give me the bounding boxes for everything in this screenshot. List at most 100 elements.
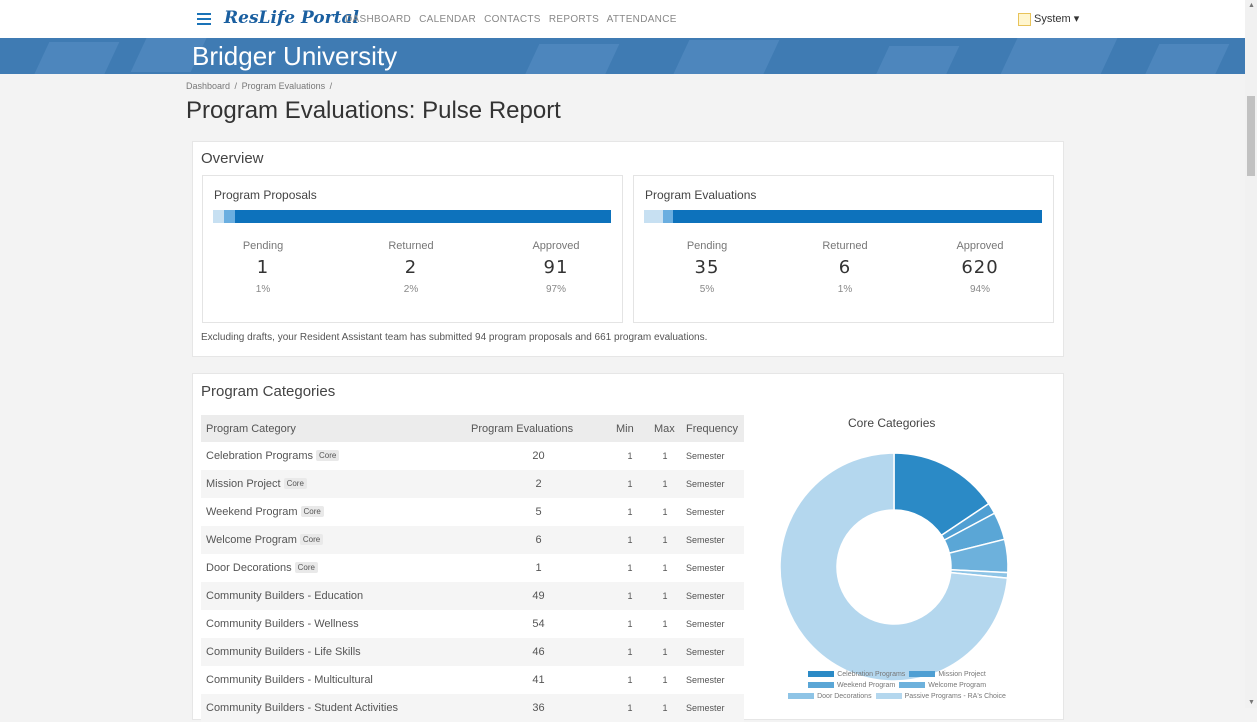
frequency-value: Semester: [686, 451, 725, 461]
max-value: 1: [649, 638, 681, 666]
stat-percent: 97%: [545, 284, 566, 295]
stat-value: 620: [961, 257, 999, 278]
evaluations-count: 2: [466, 470, 611, 498]
proposals-approved-stat: Approved 91 97%: [496, 240, 616, 295]
core-badge: Core: [294, 562, 318, 573]
proposals-returned-stat: Returned 2 2%: [351, 240, 471, 295]
col-min[interactable]: Min: [611, 415, 649, 442]
breadcrumb-separator: /: [329, 81, 333, 91]
stat-value: 35: [694, 257, 720, 278]
table-row: Community Builders - Education 49 1 1 Semest…: [201, 582, 744, 610]
user-menu[interactable]: System ▾: [1018, 12, 1079, 26]
nav-dashboard[interactable]: DASHBOARD: [345, 14, 411, 25]
donut-legend: Celebration Programs Mission Project Weeke…: [772, 669, 1022, 702]
menu-icon[interactable]: [197, 13, 211, 25]
evaluations-approved-stat: Approved 620 94%: [920, 240, 1040, 295]
frequency-value: Semester: [681, 470, 744, 498]
breadcrumb-separator: /: [234, 81, 238, 91]
legend-swatch: [899, 682, 926, 689]
category-name-cell: Community Builders - Education: [201, 582, 466, 610]
legend-item[interactable]: Passive Programs - RA's Choice: [875, 691, 1006, 702]
max-value: 1: [649, 694, 681, 722]
scroll-down-icon[interactable]: ▼: [1248, 699, 1255, 706]
min-value: 1: [627, 507, 633, 517]
max-value: 1: [649, 582, 681, 610]
stat-percent: 2%: [403, 284, 419, 295]
min-value: 1: [611, 526, 649, 554]
evaluations-pending-stat: Pending 35 5%: [647, 240, 767, 295]
category-name: Welcome Program: [206, 534, 297, 546]
legend-item[interactable]: Welcome Program: [899, 680, 986, 691]
nav-contacts[interactable]: CONTACTS: [484, 14, 541, 25]
evaluations-count: 5: [535, 506, 542, 518]
stat-label: Pending: [242, 240, 284, 252]
user-avatar-icon: [1018, 12, 1031, 26]
category-name-cell: Celebration Programs Core: [201, 442, 466, 470]
min-value: 1: [611, 638, 649, 666]
stat-value: 6: [838, 257, 852, 278]
min-value: 1: [611, 582, 649, 610]
legend-item[interactable]: Weekend Program: [807, 680, 895, 691]
legend-label: Celebration Programs: [837, 671, 906, 678]
table-row: Celebration Programs Core 20 1 1 Semester: [201, 442, 744, 470]
program-evaluations-card: Program Evaluations Pending 35 5% Return…: [633, 175, 1054, 323]
proposals-bar-returned: [224, 210, 235, 223]
breadcrumb-program-evaluations[interactable]: Program Evaluations: [242, 81, 326, 91]
proposals-title: Program Proposals: [214, 188, 317, 202]
legend-item[interactable]: Mission Project: [909, 669, 986, 680]
col-max[interactable]: Max: [649, 415, 681, 442]
vertical-scrollbar[interactable]: ▲ ▼: [1245, 0, 1257, 708]
nav-calendar[interactable]: CALENDAR: [419, 14, 476, 25]
table-row: Welcome Program Core 6 1 1 Semester: [201, 526, 744, 554]
proposals-bar-pending: [213, 210, 224, 223]
min-value: 1: [627, 675, 633, 685]
breadcrumb-dashboard[interactable]: Dashboard: [186, 81, 230, 91]
col-program-category[interactable]: Program Category: [201, 415, 466, 442]
table-row: Door Decorations Core 1 1 1 Semester: [201, 554, 744, 582]
scroll-up-icon[interactable]: ▲: [1248, 2, 1255, 9]
app-logo[interactable]: ResLife Portal: [224, 8, 359, 28]
stat-label: Pending: [686, 240, 728, 252]
evaluations-count: 41: [532, 674, 545, 686]
evaluations-bar-pending: [644, 210, 663, 223]
legend-item[interactable]: Celebration Programs: [808, 669, 905, 680]
nav-reports[interactable]: REPORTS: [549, 14, 599, 25]
stat-label: Approved: [532, 240, 580, 252]
stat-percent: 94%: [969, 284, 990, 295]
evaluations-returned-stat: Returned 6 1%: [785, 240, 905, 295]
overview-summary: Excluding drafts, your Resident Assistan…: [201, 332, 708, 343]
overview-title: Overview: [201, 150, 264, 167]
table-header-row: Program Category Program Evaluations Min…: [201, 415, 744, 442]
table-row: Community Builders - Student Activities 3…: [201, 694, 744, 722]
categories-title: Program Categories: [201, 383, 336, 400]
category-name-cell: Community Builders - Student Activities: [201, 694, 466, 722]
donut-chart-title: Core Categories: [848, 416, 936, 430]
scroll-thumb[interactable]: [1247, 96, 1255, 176]
evaluations-count: 20: [532, 450, 545, 462]
max-value: 1: [662, 619, 668, 629]
evaluations-count: 49: [466, 582, 611, 610]
category-name: Door Decorations: [206, 562, 292, 574]
max-value: 1: [662, 451, 668, 461]
legend-label: Passive Programs - RA's Choice: [904, 693, 1006, 700]
stat-label: Returned: [388, 240, 434, 252]
university-banner: Bridger University: [0, 38, 1245, 74]
col-frequency[interactable]: Frequency: [681, 415, 744, 442]
col-program-evaluations[interactable]: Program Evaluations: [466, 415, 611, 442]
proposals-pending-stat: Pending 1 1%: [203, 240, 323, 295]
core-badge: Core: [299, 534, 324, 545]
category-name-cell: Door Decorations Core: [201, 554, 466, 582]
min-value: 1: [627, 451, 633, 461]
stat-value: 1: [256, 257, 270, 278]
stat-label: Returned: [822, 240, 868, 252]
nav-attendance[interactable]: ATTENDANCE: [607, 14, 677, 25]
evaluations-count: 54: [532, 618, 545, 630]
max-value: 1: [662, 675, 668, 685]
legend-swatch: [807, 682, 834, 689]
legend-item[interactable]: Door Decorations: [788, 691, 872, 702]
min-value: 1: [611, 470, 649, 498]
min-value: 1: [627, 619, 633, 629]
category-name: Mission Project: [206, 478, 281, 490]
category-name-cell: Community Builders - Wellness: [201, 610, 466, 638]
proposals-bar-approved: [235, 210, 611, 223]
